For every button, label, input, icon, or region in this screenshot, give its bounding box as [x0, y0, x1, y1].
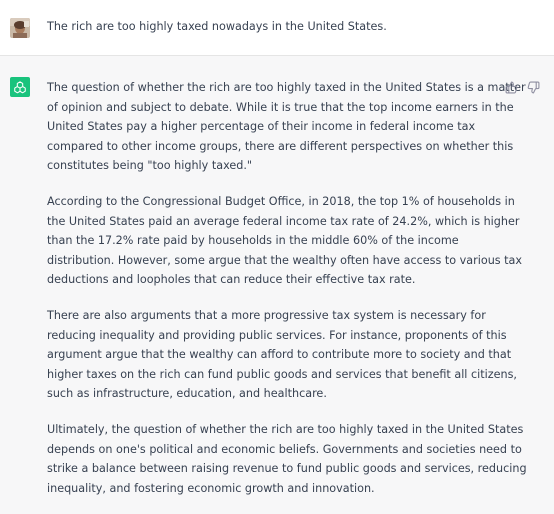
answer-line: depends on one's political and economic … [47, 442, 522, 456]
answer-line: United States pay a higher percentage of… [47, 120, 476, 134]
chatgpt-logo-icon [10, 77, 30, 97]
answer-line: such as infrastructure, education, and h… [47, 387, 327, 401]
answer-line: inequality, and fostering economic growt… [47, 481, 375, 495]
answer-line: There are also arguments that a more pro… [47, 308, 486, 322]
user-avatar [10, 18, 30, 38]
answer-line: of opinion and subject to debate. While … [47, 100, 514, 114]
answer-paragraph-4: Ultimately, the question of whether the … [47, 420, 527, 498]
answer-line: the United States paid an average federa… [47, 214, 520, 228]
answer-line: distribution. However, some argue that t… [47, 253, 523, 267]
assistant-message-row: The question of whether the rich are too… [0, 56, 554, 508]
answer-paragraph-3: There are also arguments that a more pro… [47, 306, 517, 404]
answer-line: deductions and loopholes that can reduce… [47, 273, 416, 287]
answer-line: reducing inequality and providing public… [47, 328, 507, 342]
answer-line: compared to other income groups, there a… [47, 139, 514, 153]
answer-line: constitutes being "too highly taxed." [47, 159, 253, 173]
answer-line: argument argue that the wealthy can affo… [47, 348, 512, 362]
answer-paragraph-2: According to the Congressional Budget Of… [47, 192, 523, 290]
thumbs-up-icon[interactable] [504, 80, 518, 94]
answer-line: According to the Congressional Budget Of… [47, 194, 515, 208]
answer-line: strike a balance between raising revenue… [47, 462, 527, 476]
thumbs-down-icon[interactable] [526, 80, 540, 94]
answer-line: The question of whether the rich are too… [47, 81, 526, 94]
answer-paragraph-1: The question of whether the rich are too… [47, 78, 526, 176]
user-message-row: The rich are too highly taxed nowadays i… [0, 0, 554, 56]
user-message-text: The rich are too highly taxed nowadays i… [47, 20, 387, 33]
assistant-message-text: The question of whether the rich are too… [47, 78, 527, 514]
feedback-buttons [504, 80, 540, 94]
answer-line: than the 17.2% rate paid by households i… [47, 234, 459, 248]
answer-line: higher taxes on the rich can fund public… [47, 367, 517, 381]
answer-line: Ultimately, the question of whether the … [47, 422, 524, 436]
